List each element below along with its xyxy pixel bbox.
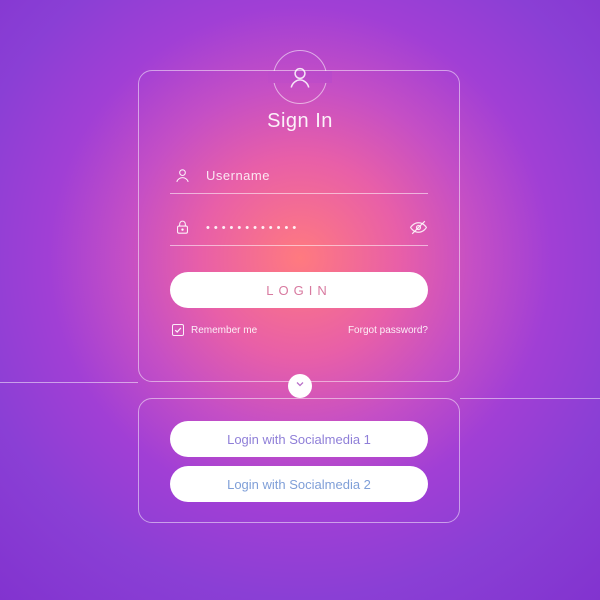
- password-field[interactable]: ••••••••••••: [170, 210, 428, 246]
- social-login-1-label: Login with Socialmedia 1: [227, 432, 371, 447]
- user-icon: [286, 63, 314, 91]
- social-login-2-button[interactable]: Login with Socialmedia 2: [170, 466, 428, 502]
- avatar-circle: [273, 50, 327, 104]
- lock-icon: [170, 219, 194, 236]
- frame-connector-right: [460, 398, 600, 399]
- social-login-2-label: Login with Socialmedia 2: [227, 477, 371, 492]
- login-options-row: Remember me Forgot password?: [172, 324, 428, 336]
- forgot-password-link[interactable]: Forgot password?: [348, 325, 428, 336]
- password-input[interactable]: ••••••••••••: [194, 222, 406, 234]
- remember-me-label: Remember me: [191, 325, 257, 336]
- frame-connector-left: [0, 382, 138, 383]
- user-icon: [170, 167, 194, 184]
- remember-me-checkbox[interactable]: Remember me: [172, 324, 257, 336]
- page-title: Sign In: [267, 110, 333, 133]
- social-login-1-button[interactable]: Login with Socialmedia 1: [170, 421, 428, 457]
- expand-toggle-button[interactable]: [288, 374, 312, 398]
- eye-off-icon[interactable]: [406, 218, 428, 237]
- username-field[interactable]: [170, 158, 428, 194]
- social-panel-frame: [138, 398, 460, 523]
- login-button-label: LOGIN: [266, 283, 331, 298]
- chevron-down-icon: [294, 377, 306, 395]
- username-input[interactable]: [194, 168, 428, 183]
- checkbox-icon: [172, 324, 184, 336]
- login-button[interactable]: LOGIN: [170, 272, 428, 308]
